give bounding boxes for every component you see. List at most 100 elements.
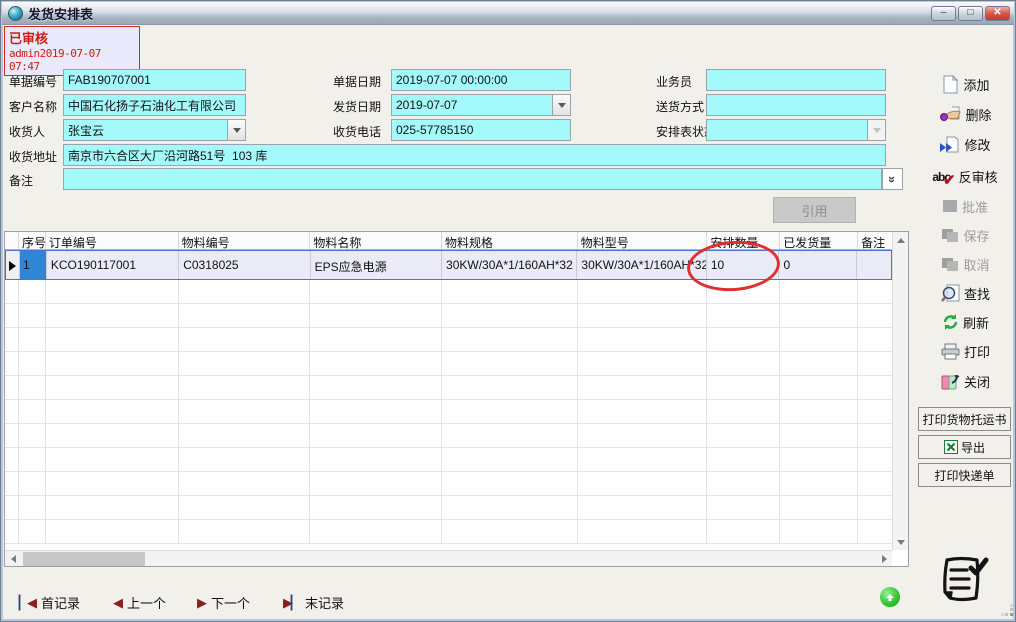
horizontal-scroll-thumb[interactable] [23,552,145,566]
last-record-button[interactable]: ▶▏ 末记录 [283,593,344,612]
empty-grid-row [5,424,892,448]
table-row-selected[interactable]: 1 KCO190117001 C0318025 EPS应急电源 30KW/30A… [5,250,892,280]
salesman-label: 业务员 [656,73,692,90]
triangle-right-icon [882,555,887,563]
column-header[interactable]: 备注 [858,232,892,249]
row-selector-header [5,232,19,249]
modify-button[interactable]: 修改 [917,131,1013,157]
close-button[interactable]: ✕ [985,6,1010,21]
salesman-input[interactable] [706,69,886,91]
cell-order-no[interactable]: KCO190117001 [47,251,179,279]
column-header[interactable]: 序号 [19,232,46,249]
cell-planned-qty[interactable]: 10 [707,251,780,279]
phone-input[interactable] [391,119,571,141]
remark-input[interactable] [63,168,882,190]
receiver-input[interactable] [63,119,227,141]
delivery-method-input[interactable] [706,94,886,116]
empty-grid-row [5,400,892,424]
find-button[interactable]: 查找 [917,280,1013,306]
scroll-down-button[interactable] [893,534,909,550]
cell-remark[interactable] [857,251,891,279]
empty-grid-row [5,376,892,400]
triangle-up-icon [897,238,905,243]
printer-icon [940,343,961,360]
previous-record-button[interactable]: ◀ 上一个 [113,593,166,612]
sync-status-icon [880,587,900,607]
export-button[interactable]: 导出 [918,435,1011,459]
search-magnifier-icon [940,283,961,303]
app-window: 发货安排表 – □ ✕ 已审核 admin2019-07-07 07:47 单据… [0,0,1016,622]
print-button[interactable]: 打印 [917,338,1013,364]
add-page-icon [940,74,960,94]
cancel-pages-icon [940,256,960,273]
triangle-left-icon [11,555,16,563]
quote-button[interactable]: 引用 [773,197,856,223]
approve-square-icon [942,199,959,214]
address-label: 收货地址 [9,148,57,165]
close-book-icon [940,372,961,391]
empty-grid-row [5,352,892,376]
save-pages-icon [940,227,960,244]
column-header[interactable]: 物料型号 [578,232,708,249]
remark-expand-button[interactable]: » [882,168,903,190]
first-record-button[interactable]: ▏◀ 首记录 [19,593,80,612]
chevron-down-icon [873,128,881,133]
detail-grid: 序号 订单编号 物料编号 物料名称 物料规格 物料型号 安排数量 已发货量 备注… [4,231,909,567]
doc-no-input[interactable] [63,69,246,91]
maximize-button[interactable]: □ [958,6,983,21]
save-button: 保存 [917,222,1013,248]
column-header[interactable]: 订单编号 [46,232,179,249]
receiver-label: 收货人 [9,123,45,140]
receiver-dropdown-button[interactable] [227,119,246,141]
column-header[interactable]: 安排数量 [707,232,780,249]
resize-grip[interactable] [1001,604,1014,617]
delete-hand-icon [938,105,962,123]
ship-date-dropdown-button[interactable] [552,94,571,116]
print-express-button[interactable]: 打印快递单 [918,463,1011,487]
grid-vertical-scrollbar[interactable] [892,232,908,550]
approve-button: 批准 [917,193,1013,219]
close-form-button[interactable]: 关闭 [917,368,1013,394]
unaudit-button[interactable]: abc✔ 反审核 [917,163,1013,189]
cell-material-name[interactable]: EPS应急电源 [311,251,442,279]
grid-horizontal-scrollbar[interactable] [5,550,892,566]
audit-status-text: 已审核 [9,28,135,47]
add-button[interactable]: 添加 [917,71,1013,97]
remark-label: 备注 [9,172,33,189]
doc-no-label: 单据编号 [9,73,57,90]
row-selector-cell [6,251,20,279]
cell-shipped-qty[interactable]: 0 [779,251,857,279]
window-title: 发货安排表 [28,4,93,23]
minimize-button[interactable]: – [931,6,956,21]
abc-check-icon: abc✔ [932,167,955,186]
cell-seq[interactable]: 1 [20,251,47,279]
ship-date-input[interactable] [391,94,552,116]
cell-model[interactable]: 30KW/30A*1/160AH*32 [577,251,706,279]
double-chevron-down-icon: » [885,175,900,182]
cell-spec[interactable]: 30KW/30A*1/160AH*32 [442,251,577,279]
empty-grid-row [5,496,892,520]
column-header[interactable]: 已发货量 [780,232,858,249]
plan-state-input [706,119,867,141]
address-input[interactable] [63,144,886,166]
scroll-up-button[interactable] [893,232,909,248]
doc-date-input[interactable] [391,69,571,91]
first-record-icon: ▏◀ [19,595,35,611]
doc-date-label: 单据日期 [333,73,381,90]
last-record-icon: ▶▏ [283,595,299,611]
customer-input[interactable] [63,94,246,116]
previous-record-icon: ◀ [113,595,121,611]
column-header[interactable]: 物料规格 [442,232,578,249]
cell-material-no[interactable]: C0318025 [179,251,310,279]
column-header[interactable]: 物料编号 [179,232,311,249]
document-check-icon [937,554,989,609]
delete-button[interactable]: 删除 [917,101,1013,127]
next-record-icon: ▶ [197,595,205,611]
print-waybill-button[interactable]: 打印货物托运书 [918,407,1011,431]
refresh-button[interactable]: 刷新 [917,309,1013,335]
triangle-down-icon [897,540,905,545]
cancel-button: 取消 [917,251,1013,277]
empty-grid-row [5,520,892,544]
next-record-button[interactable]: ▶ 下一个 [197,593,250,612]
column-header[interactable]: 物料名称 [310,232,442,249]
